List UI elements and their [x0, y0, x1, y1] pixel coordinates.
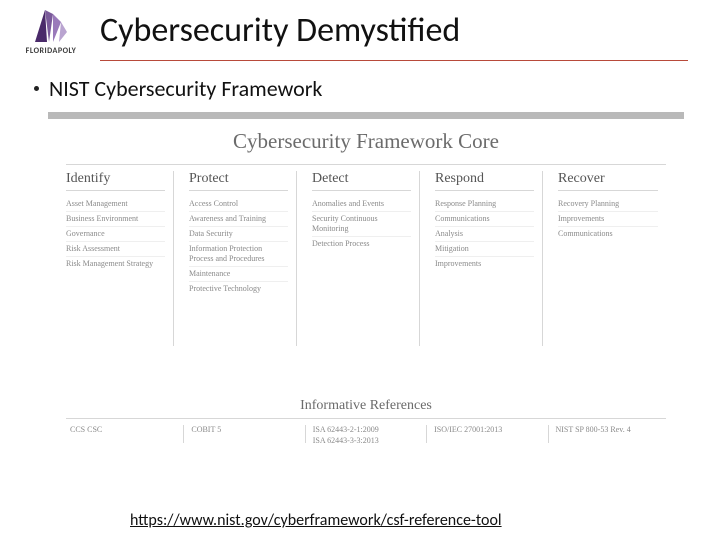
col-item: Protective Technology: [189, 282, 288, 296]
col-protect: Protect Access Control Awareness and Tra…: [189, 171, 297, 346]
col-item: Analysis: [435, 227, 534, 242]
col-head: Identify: [66, 171, 165, 187]
col-detect: Detect Anomalies and Events Security Con…: [312, 171, 420, 346]
panel-title-underline: [66, 164, 666, 165]
col-recover: Recover Recovery Planning Improvements C…: [558, 171, 666, 346]
col-item: Data Security: [189, 227, 288, 242]
inf-ref: COBIT 5: [191, 425, 298, 446]
floridapoly-logo-icon: [31, 8, 71, 44]
col-item: Maintenance: [189, 267, 288, 282]
col-item: Recovery Planning: [558, 197, 658, 212]
inf-ref: NIST SP 800-53 Rev. 4: [555, 425, 662, 446]
bullet-dot-icon: [34, 86, 39, 91]
inf-ref: ISA 62443-2-1:2009 ISA 62443-3-3:2013: [313, 425, 420, 446]
col-item: Security Continuous Monitoring: [312, 212, 411, 237]
col-item: Communications: [435, 212, 534, 227]
inf-ref: ISO/IEC 27001:2013: [434, 425, 541, 446]
informative-row: CCS CSC COBIT 5 ISA 62443-2-1:2009 ISA 6…: [58, 425, 674, 446]
col-item: Risk Management Strategy: [66, 257, 165, 271]
col-item: Detection Process: [312, 237, 411, 251]
panel-title: Cybersecurity Framework Core: [58, 129, 674, 154]
col-item: Access Control: [189, 197, 288, 212]
col-item: Governance: [66, 227, 165, 242]
col-item: Business Environment: [66, 212, 165, 227]
logo-block: FLORIDAPOLY: [12, 8, 90, 56]
col-item: Anomalies and Events: [312, 197, 411, 212]
reference-url-link[interactable]: https://www.nist.gov/cyberframework/csf-…: [130, 511, 502, 530]
framework-columns: Identify Asset Management Business Envir…: [58, 171, 674, 346]
col-item: Improvements: [435, 257, 534, 271]
col-item: Awareness and Training: [189, 212, 288, 227]
framework-panel: Cybersecurity Framework Core Identify As…: [48, 112, 684, 462]
col-head: Detect: [312, 171, 411, 187]
col-item: Communications: [558, 227, 658, 241]
col-identify: Identify Asset Management Business Envir…: [66, 171, 174, 346]
col-item: Information Protection Process and Proce…: [189, 242, 288, 267]
col-item: Response Planning: [435, 197, 534, 212]
col-item: Asset Management: [66, 197, 165, 212]
bullet-row: NIST Cybersecurity Framework: [0, 61, 720, 102]
informative-references: Informative References CCS CSC COBIT 5 I…: [58, 398, 674, 446]
informative-title: Informative References: [58, 398, 674, 414]
col-head: Protect: [189, 171, 288, 187]
bullet-text: NIST Cybersecurity Framework: [49, 75, 322, 102]
col-head: Respond: [435, 171, 534, 187]
col-item: Improvements: [558, 212, 658, 227]
col-respond: Respond Response Planning Communications…: [435, 171, 543, 346]
col-head: Recover: [558, 171, 658, 187]
inf-ref: CCS CSC: [70, 425, 177, 446]
logo-brand-text: FLORIDAPOLY: [12, 46, 90, 56]
slide-title: Cybersecurity Demystified: [100, 10, 460, 51]
slide-header: FLORIDAPOLY Cybersecurity Demystified: [0, 0, 720, 60]
col-item: Risk Assessment: [66, 242, 165, 257]
col-item: Mitigation: [435, 242, 534, 257]
